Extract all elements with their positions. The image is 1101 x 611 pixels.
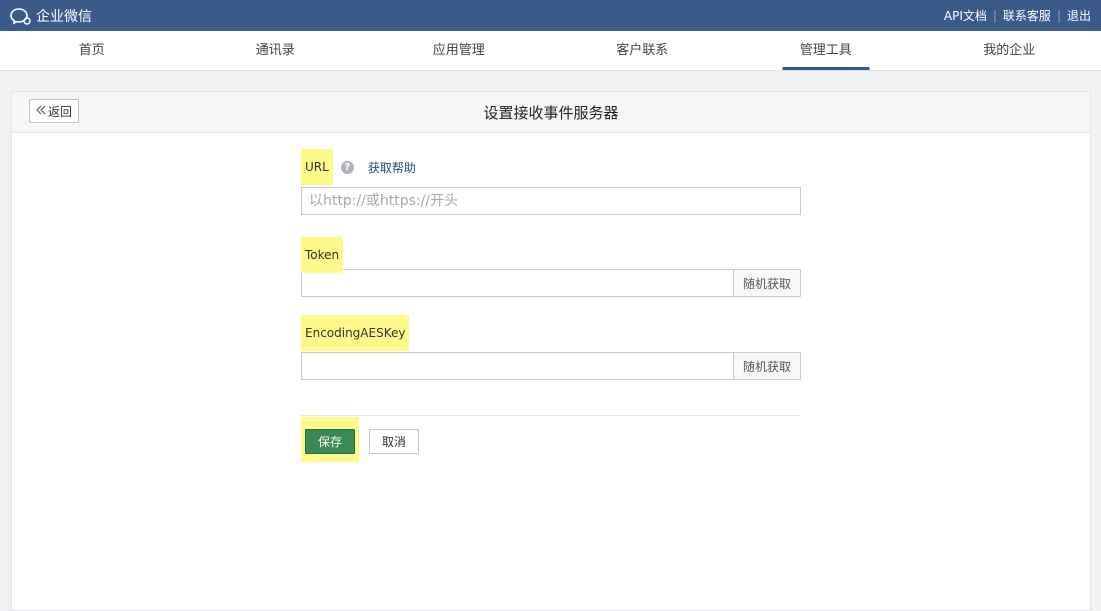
brand[interactable]: 企业微信 — [10, 6, 92, 26]
double-chevron-left-icon — [36, 104, 46, 118]
token-label-highlight: Token — [301, 237, 343, 273]
token-random-button[interactable]: 随机获取 — [733, 269, 801, 297]
logout-link[interactable]: 退出 — [1067, 7, 1091, 24]
tab-app-management[interactable]: 应用管理 — [367, 31, 551, 70]
link-divider: | — [993, 9, 997, 23]
url-field — [301, 187, 801, 215]
aeskey-label-highlight: EncodingAESKey — [301, 315, 409, 351]
token-label: Token — [305, 248, 339, 262]
get-help-link[interactable]: 获取帮助 — [368, 159, 416, 176]
contact-support-link[interactable]: 联系客服 — [1003, 7, 1051, 24]
form-divider — [301, 415, 801, 416]
aeskey-input[interactable] — [302, 353, 733, 379]
server-config-form: URL ? 获取帮助 Token 随机获取 EncodingAESKey 随机获… — [301, 149, 801, 462]
tab-contacts[interactable]: 通讯录 — [184, 31, 368, 70]
form-actions: 保存 取消 — [301, 417, 801, 462]
page-title: 设置接收事件服务器 — [483, 102, 618, 123]
aeskey-random-button[interactable]: 随机获取 — [733, 352, 801, 380]
link-divider: | — [1057, 9, 1061, 23]
tab-my-enterprise[interactable]: 我的企业 — [918, 31, 1101, 70]
url-label-row: URL ? 获取帮助 — [301, 149, 801, 185]
question-icon[interactable]: ? — [341, 161, 354, 174]
app-name: 企业微信 — [36, 6, 92, 26]
url-label-highlight: URL — [301, 149, 333, 185]
token-label-row: Token — [301, 237, 801, 273]
url-input[interactable] — [302, 188, 800, 214]
top-bar: 企业微信 API文档 | 联系客服 | 退出 — [0, 0, 1101, 31]
back-label: 返回 — [48, 103, 72, 120]
top-links: API文档 | 联系客服 | 退出 — [944, 7, 1091, 24]
aeskey-label-row: EncodingAESKey — [301, 315, 801, 351]
panel-header: 返回 设置接收事件服务器 — [12, 92, 1090, 133]
tab-home[interactable]: 首页 — [0, 31, 184, 70]
token-input[interactable] — [302, 270, 733, 296]
aeskey-field: 随机获取 — [301, 352, 801, 380]
url-label: URL — [305, 160, 329, 174]
save-button[interactable]: 保存 — [305, 429, 355, 454]
save-highlight: 保存 — [301, 417, 359, 462]
main-nav: 首页 通讯录 应用管理 客户联系 管理工具 我的企业 — [0, 31, 1101, 71]
cancel-button[interactable]: 取消 — [369, 429, 419, 454]
tab-customer-contact[interactable]: 客户联系 — [551, 31, 735, 70]
settings-panel: 返回 设置接收事件服务器 URL ? 获取帮助 Token 随机获取 E — [11, 91, 1091, 611]
tab-management-tools[interactable]: 管理工具 — [734, 31, 918, 70]
api-docs-link[interactable]: API文档 — [944, 7, 987, 24]
wecom-logo-icon — [10, 7, 32, 25]
back-button[interactable]: 返回 — [29, 99, 79, 123]
aeskey-label: EncodingAESKey — [305, 326, 405, 340]
token-field: 随机获取 — [301, 269, 801, 297]
